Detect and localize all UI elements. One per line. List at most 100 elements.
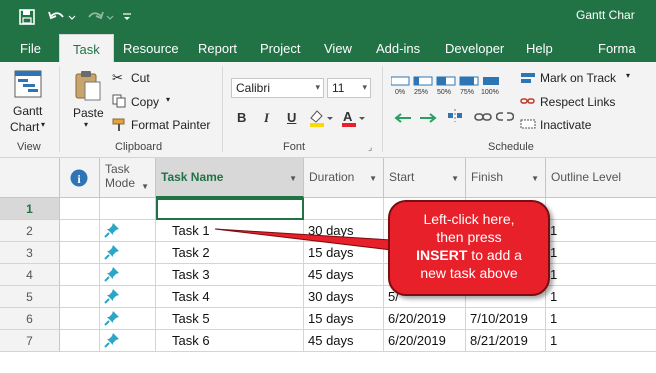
- percent-25-button[interactable]: 25%: [414, 89, 428, 96]
- chevron-down-icon[interactable]: ▾: [166, 95, 170, 104]
- task-mode-cell[interactable]: [100, 220, 156, 242]
- redo-button[interactable]: [84, 6, 116, 28]
- outdent-icon[interactable]: [393, 111, 413, 125]
- finish-column-header[interactable]: Finish ▼: [466, 158, 546, 198]
- chevron-down-icon[interactable]: ▼: [369, 174, 377, 183]
- tab-task[interactable]: Task: [59, 34, 114, 62]
- percent-50-button[interactable]: 50%: [437, 89, 451, 96]
- finish-cell[interactable]: 7/10/2019: [466, 308, 546, 330]
- duration-cell[interactable]: [304, 198, 384, 220]
- outline-level-cell[interactable]: [546, 198, 656, 220]
- percent-100-button[interactable]: 100%: [481, 89, 499, 96]
- duration-cell[interactable]: 45 days: [304, 264, 384, 286]
- split-task-icon[interactable]: [447, 108, 463, 124]
- info-cell[interactable]: [60, 242, 100, 264]
- outline-level-cell[interactable]: 1: [546, 264, 656, 286]
- outline-level-cell[interactable]: 1: [546, 286, 656, 308]
- italic-button[interactable]: I: [264, 110, 269, 126]
- link-icon[interactable]: [474, 110, 492, 124]
- row-number[interactable]: 3: [0, 242, 60, 264]
- chevron-down-icon[interactable]: ▼: [451, 174, 459, 183]
- duration-column-header[interactable]: Duration ▼: [304, 158, 384, 198]
- gantt-chart-icon[interactable]: [14, 70, 42, 98]
- save-icon[interactable]: [16, 6, 38, 28]
- respect-links-button[interactable]: Respect Links: [540, 95, 615, 109]
- highlight-color-icon[interactable]: [308, 108, 334, 128]
- outline-level-cell[interactable]: 1: [546, 242, 656, 264]
- format-painter-button[interactable]: Format Painter: [131, 118, 210, 132]
- chevron-down-icon[interactable]: ▼: [289, 174, 297, 183]
- task-mode-cell[interactable]: [100, 198, 156, 220]
- info-cell[interactable]: [60, 308, 100, 330]
- tab-format[interactable]: Forma: [598, 41, 636, 56]
- task-name-cell[interactable]: Task 6: [156, 330, 304, 352]
- bold-button[interactable]: B: [237, 110, 246, 125]
- chevron-down-icon[interactable]: ▾: [626, 71, 630, 80]
- undo-button[interactable]: [46, 6, 78, 28]
- percent-0-button[interactable]: 0%: [395, 89, 405, 96]
- tab-help[interactable]: Help: [526, 41, 553, 56]
- task-mode-cell[interactable]: [100, 242, 156, 264]
- duration-cell[interactable]: 30 days: [304, 286, 384, 308]
- chevron-down-icon[interactable]: ▼: [141, 180, 149, 194]
- info-cell[interactable]: [60, 198, 100, 220]
- chevron-down-icon[interactable]: ▾: [84, 120, 88, 129]
- duration-cell[interactable]: 15 days: [304, 242, 384, 264]
- copy-button[interactable]: Copy: [131, 95, 159, 109]
- tab-file[interactable]: File: [20, 41, 41, 56]
- percent-75-button[interactable]: 75%: [460, 89, 474, 96]
- tab-view[interactable]: View: [324, 41, 352, 56]
- underline-button[interactable]: U: [287, 110, 296, 125]
- tab-resource[interactable]: Resource: [123, 41, 179, 56]
- paste-icon[interactable]: [73, 70, 103, 102]
- task-name-cell[interactable]: Task 2: [156, 242, 304, 264]
- row-number[interactable]: 5: [0, 286, 60, 308]
- finish-cell[interactable]: 8/21/2019: [466, 330, 546, 352]
- tab-add-ins[interactable]: Add-ins: [376, 41, 420, 56]
- duration-cell[interactable]: 15 days: [304, 308, 384, 330]
- mark-on-track-button[interactable]: Mark on Track: [540, 71, 616, 85]
- gantt-chart-label[interactable]: Gantt: [13, 104, 42, 118]
- task-mode-cell[interactable]: [100, 264, 156, 286]
- duration-cell[interactable]: 30 days: [304, 220, 384, 242]
- task-mode-cell[interactable]: [100, 308, 156, 330]
- chevron-down-icon[interactable]: ▼: [531, 174, 539, 183]
- task-mode-cell[interactable]: [100, 330, 156, 352]
- row-number[interactable]: 4: [0, 264, 60, 286]
- paste-button[interactable]: Paste: [73, 106, 104, 120]
- task-mode-cell[interactable]: [100, 286, 156, 308]
- info-cell[interactable]: [60, 264, 100, 286]
- task-name-cell-active[interactable]: [156, 198, 304, 220]
- cut-button[interactable]: Cut: [131, 71, 150, 85]
- tab-report[interactable]: Report: [198, 41, 237, 56]
- task-name-cell[interactable]: Task 5: [156, 308, 304, 330]
- task-mode-column-header[interactable]: Task Mode ▼: [100, 158, 156, 198]
- indent-icon[interactable]: [418, 111, 438, 125]
- task-name-cell[interactable]: Task 4: [156, 286, 304, 308]
- dialog-launcher-icon[interactable]: ⌟: [368, 142, 372, 153]
- gantt-chart-label-2[interactable]: Chart: [10, 120, 39, 134]
- info-cell[interactable]: [60, 286, 100, 308]
- tab-project[interactable]: Project: [260, 41, 300, 56]
- outline-level-cell[interactable]: 1: [546, 220, 656, 242]
- row-number[interactable]: 6: [0, 308, 60, 330]
- select-all-corner[interactable]: [0, 158, 60, 198]
- outline-level-cell[interactable]: 1: [546, 308, 656, 330]
- font-size-dropdown[interactable]: 11 ▾: [327, 78, 371, 98]
- row-number[interactable]: 7: [0, 330, 60, 352]
- task-name-cell[interactable]: Task 1: [156, 220, 304, 242]
- start-cell[interactable]: 6/20/2019: [384, 308, 466, 330]
- duration-cell[interactable]: 45 days: [304, 330, 384, 352]
- inactivate-button[interactable]: Inactivate: [540, 118, 591, 132]
- start-column-header[interactable]: Start ▼: [384, 158, 466, 198]
- info-column-header[interactable]: i: [60, 158, 100, 198]
- task-name-column-header[interactable]: Task Name ▼: [156, 158, 304, 198]
- start-cell[interactable]: 6/20/2019: [384, 330, 466, 352]
- row-number[interactable]: 1: [0, 198, 60, 220]
- outline-level-column-header[interactable]: Outline Level: [546, 158, 656, 198]
- unlink-icon[interactable]: [495, 110, 515, 124]
- row-number[interactable]: 2: [0, 220, 60, 242]
- font-color-icon[interactable]: A: [340, 108, 366, 128]
- chevron-down-icon[interactable]: ▾: [41, 120, 45, 129]
- tab-developer[interactable]: Developer: [445, 41, 504, 56]
